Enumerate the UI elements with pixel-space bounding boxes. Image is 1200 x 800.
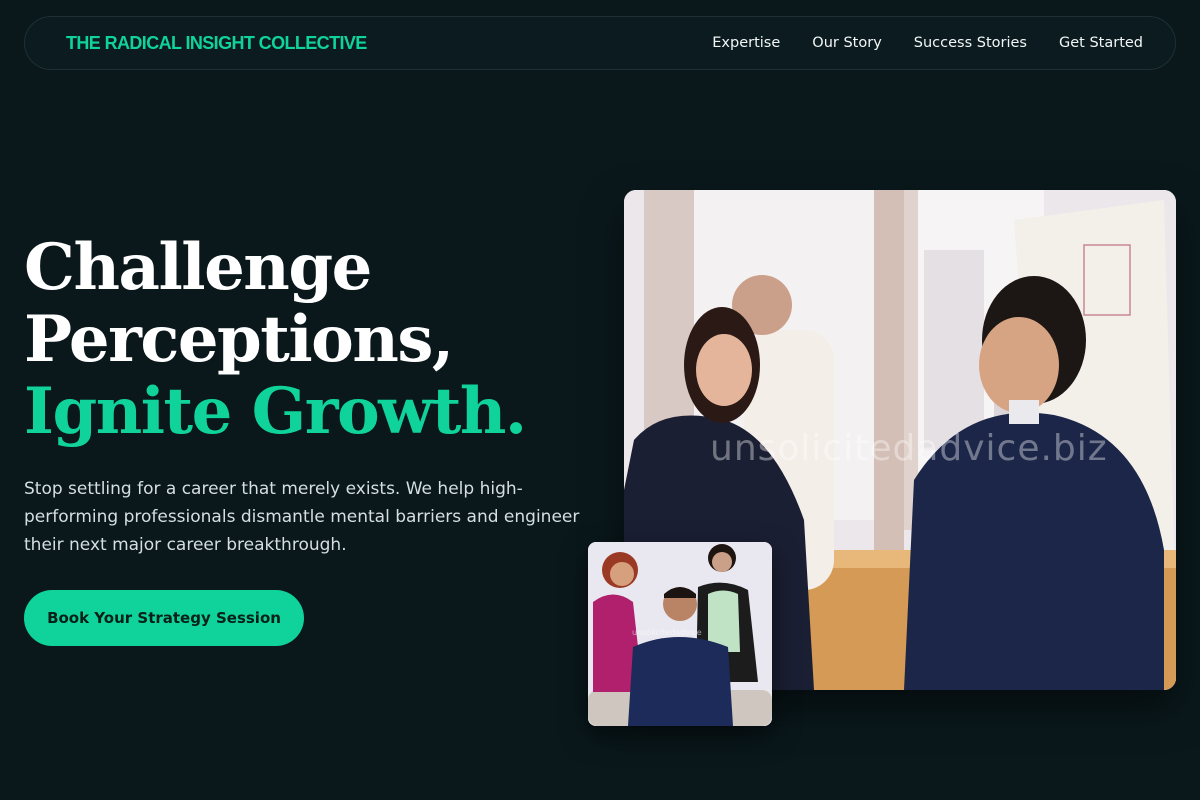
top-navigation: THE RADICAL INSIGHT COLLECTIVE Expertise… [24, 16, 1176, 70]
headline-accent: Ignite Growth. [24, 374, 527, 449]
headline-line-1: Challenge [24, 230, 372, 305]
hero-secondary-photo: unsolicitedadvice [588, 542, 772, 726]
hero-subtext: Stop settling for a career that merely e… [24, 479, 580, 555]
nav-menu: Expertise Our Story Success Stories Get … [712, 35, 1143, 51]
hero-headline: Challenge Perceptions, Ignite Growth. [24, 230, 527, 449]
nav-link-get-started[interactable]: Get Started [1059, 35, 1143, 51]
nav-link-success-stories[interactable]: Success Stories [914, 35, 1027, 51]
brand-logo[interactable]: THE RADICAL INSIGHT COLLECTIVE [66, 33, 367, 54]
book-strategy-session-button[interactable]: Book Your Strategy Session [24, 590, 304, 646]
secondary-photo-watermark: unsolicitedadvice [632, 628, 702, 637]
headline-line-2: Perceptions, [24, 302, 454, 377]
main-photo-watermark: unsolicitedadvice.biz [710, 428, 1108, 469]
nav-link-our-story[interactable]: Our Story [812, 35, 881, 51]
nav-link-expertise[interactable]: Expertise [712, 35, 780, 51]
